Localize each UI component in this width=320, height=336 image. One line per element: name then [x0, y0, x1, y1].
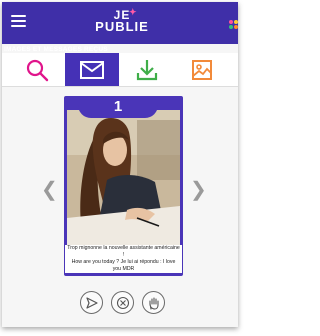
next-arrow[interactable]: ❯ [190, 180, 207, 200]
envelope-icon [80, 60, 104, 79]
message-number-badge: 1 [78, 96, 158, 118]
logo-line-2: PUBLIE [95, 19, 149, 34]
download-icon [136, 59, 158, 80]
tab-search[interactable] [10, 53, 64, 86]
message-card: Trop mignonne la nouvelle assistante amé… [64, 96, 183, 276]
tab-messages[interactable] [65, 53, 119, 86]
delete-button[interactable] [111, 291, 134, 314]
message-caption: Trop mignonne la nouvelle assistante amé… [65, 245, 182, 273]
close-icon [116, 296, 129, 309]
app-logo: JE ✦ PUBLIE [77, 7, 167, 34]
image-icon [192, 59, 212, 80]
tab-bar [2, 53, 238, 87]
message-photo [67, 110, 180, 245]
hand-icon [148, 296, 159, 310]
send-icon [85, 296, 98, 309]
tab-download[interactable] [120, 53, 174, 86]
search-icon [26, 59, 49, 81]
hand-button[interactable] [142, 291, 165, 314]
logo-line-1: JE [113, 8, 131, 22]
send-button[interactable] [80, 291, 103, 314]
logo-spark-icon: ✦ [129, 7, 138, 17]
menu-icon[interactable] [11, 15, 26, 30]
caption-line-2: How are you today ? Je lui ai répondu : … [71, 259, 176, 272]
previous-arrow[interactable]: ❮ [41, 180, 58, 200]
caption-line-1: Trop mignonne la nouvelle assistante amé… [67, 245, 180, 258]
more-options-icon[interactable] [229, 20, 238, 30]
app-window: JE ✦ PUBLIE IMAGES ET MESSAGES REÇUS ❮ ❯… [2, 2, 238, 327]
header-bar: JE ✦ PUBLIE IMAGES ET MESSAGES REÇUS [2, 2, 238, 53]
section-subtitle: IMAGES ET MESSAGES REÇUS [4, 46, 108, 53]
tab-images[interactable] [175, 53, 229, 86]
